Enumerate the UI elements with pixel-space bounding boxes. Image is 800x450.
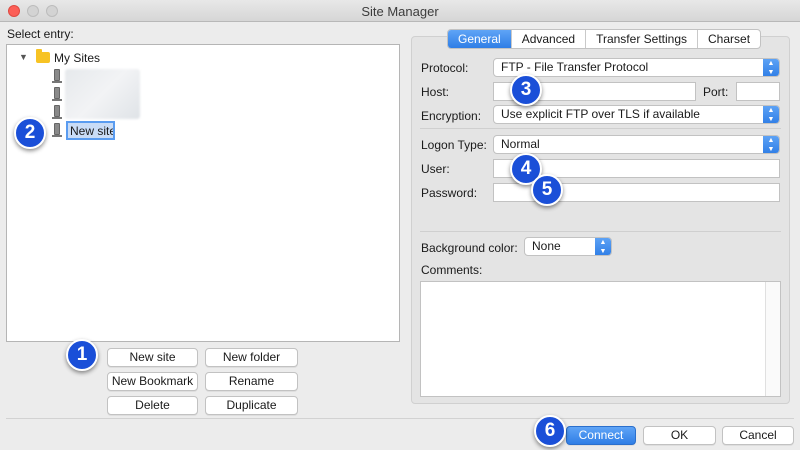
comments-scrollbar[interactable]: [765, 282, 780, 396]
new-bookmark-button[interactable]: New Bookmark: [107, 372, 198, 391]
protocol-value: FTP - File Transfer Protocol: [501, 60, 649, 74]
folder-icon: [36, 49, 50, 63]
site-tree[interactable]: ▼ My Sites New site: [6, 44, 400, 342]
callout-1: 1: [66, 339, 98, 371]
server-icon: [52, 105, 62, 119]
divider: [420, 128, 781, 129]
server-icon: [52, 87, 62, 101]
cancel-button[interactable]: Cancel: [722, 426, 794, 445]
host-label: Host:: [421, 85, 450, 99]
callout-5: 5: [531, 174, 563, 206]
rename-button[interactable]: Rename: [205, 372, 298, 391]
protocol-label: Protocol:: [421, 61, 469, 75]
comments-textarea[interactable]: [420, 281, 781, 397]
logon-type-label: Logon Type:: [421, 138, 487, 152]
settings-tabs: General Advanced Transfer Settings Chars…: [447, 29, 762, 49]
footer-divider: [6, 418, 794, 419]
callout-6: 6: [534, 415, 566, 447]
updown-chevron-icon: ▲ ▼: [595, 238, 611, 255]
connect-button[interactable]: Connect: [566, 426, 636, 445]
delete-button[interactable]: Delete: [107, 396, 198, 415]
logon-type-value: Normal: [501, 137, 540, 151]
encryption-label: Encryption:: [421, 109, 482, 123]
duplicate-button[interactable]: Duplicate: [205, 396, 298, 415]
tab-general[interactable]: General: [448, 30, 512, 48]
server-icon: [52, 69, 62, 83]
callout-3: 3: [510, 74, 542, 106]
new-site-name-editor[interactable]: New site: [66, 121, 115, 140]
blurred-site-entries: [65, 69, 140, 119]
window-title: Site Manager: [361, 4, 439, 19]
port-input[interactable]: [736, 82, 780, 101]
disclosure-triangle-icon[interactable]: ▼: [19, 52, 28, 62]
updown-chevron-icon: ▲ ▼: [763, 106, 779, 123]
background-color-value: None: [532, 239, 561, 253]
callout-2: 2: [14, 117, 46, 149]
new-site-button[interactable]: New site: [107, 348, 198, 367]
select-entry-label: Select entry:: [7, 27, 74, 41]
logon-type-select[interactable]: Normal ▲ ▼: [493, 135, 780, 154]
protocol-select[interactable]: FTP - File Transfer Protocol ▲ ▼: [493, 58, 780, 77]
password-label: Password:: [421, 186, 478, 200]
encryption-value: Use explicit FTP over TLS if available: [501, 107, 700, 121]
divider: [420, 231, 781, 232]
tab-advanced[interactable]: Advanced: [512, 30, 587, 48]
updown-chevron-icon: ▲ ▼: [763, 136, 779, 153]
background-color-label: Background color:: [421, 241, 518, 255]
tab-charset[interactable]: Charset: [698, 30, 760, 48]
tab-transfer-settings[interactable]: Transfer Settings: [586, 30, 699, 48]
title-bar: Site Manager: [0, 0, 800, 22]
encryption-select[interactable]: Use explicit FTP over TLS if available ▲…: [493, 105, 780, 124]
user-label: User:: [421, 162, 450, 176]
server-icon: [52, 123, 62, 137]
ok-button[interactable]: OK: [643, 426, 716, 445]
updown-chevron-icon: ▲ ▼: [763, 59, 779, 76]
tree-folder-my-sites[interactable]: My Sites: [54, 51, 100, 65]
comments-label: Comments:: [421, 263, 483, 277]
port-label: Port:: [703, 85, 729, 99]
new-folder-button[interactable]: New folder: [205, 348, 298, 367]
background-color-select[interactable]: None ▲ ▼: [524, 237, 612, 256]
